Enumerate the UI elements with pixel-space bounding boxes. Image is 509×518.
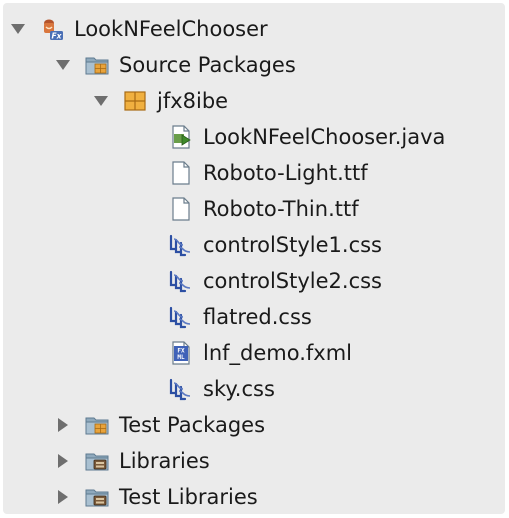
tree-node-file[interactable]: FX ML lnf_demo.fxml: [169, 335, 352, 371]
collapse-arrow-icon[interactable]: [55, 57, 71, 73]
tree-node-file[interactable]: sky.css: [169, 371, 275, 407]
tree-node-label: Test Libraries: [119, 485, 258, 509]
tree-node-libraries[interactable]: Libraries: [55, 443, 210, 479]
blank-file-icon: [169, 197, 193, 221]
collapse-arrow-icon[interactable]: [93, 93, 109, 109]
tree-node-test-packages[interactable]: Test Packages: [55, 407, 265, 443]
blank-file-icon: [169, 161, 193, 185]
svg-text:ML: ML: [177, 354, 185, 361]
tree-node-file[interactable]: LookNFeelChooser.java: [169, 119, 445, 155]
expand-arrow-icon[interactable]: [55, 453, 71, 469]
expand-arrow-icon[interactable]: [55, 417, 71, 433]
source-folder-icon: [85, 53, 109, 77]
java-file-icon: [169, 125, 193, 149]
tree-node-package[interactable]: jfx8ibe: [93, 83, 228, 119]
tree-node-file[interactable]: Roboto-Thin.ttf: [169, 191, 359, 227]
tree-node-label: lnf_demo.fxml: [203, 341, 353, 365]
javafx-project-icon: Fx: [40, 17, 64, 41]
tree-node-label: Libraries: [119, 449, 210, 473]
tree-node-file[interactable]: flatred.css: [169, 299, 312, 335]
css-file-icon: [169, 377, 193, 401]
tree-node-file[interactable]: controlStyle2.css: [169, 263, 382, 299]
tree-node-label: controlStyle2.css: [203, 269, 383, 293]
package-icon: [123, 89, 147, 113]
tree-node-label: Test Packages: [119, 413, 266, 437]
tree-node-file[interactable]: controlStyle1.css: [169, 227, 382, 263]
tree-node-test-libraries[interactable]: Test Libraries: [55, 479, 258, 515]
library-folder-icon: [85, 485, 109, 509]
css-file-icon: [169, 269, 193, 293]
library-folder-icon: [85, 449, 109, 473]
fxml-file-icon: FX ML: [169, 341, 193, 365]
tree-node-project[interactable]: Fx LookNFeelChooser: [10, 11, 268, 47]
tree-node-label: jfx8ibe: [157, 89, 229, 113]
tree-node-label: LookNFeelChooser.java: [203, 125, 446, 149]
tree-node-label: Roboto-Light.ttf: [203, 161, 368, 185]
tree-node-label: Roboto-Thin.ttf: [203, 197, 359, 221]
tree-node-label: LookNFeelChooser: [74, 17, 268, 41]
tree-node-label: sky.css: [203, 377, 275, 401]
tree-node-source-packages[interactable]: Source Packages: [55, 47, 296, 83]
collapse-arrow-icon[interactable]: [10, 21, 26, 37]
project-tree-panel: Fx LookNFeelChooser Source Packages jfx8…: [3, 3, 505, 514]
test-folder-icon: [85, 413, 109, 437]
tree-node-label: flatred.css: [203, 305, 312, 329]
tree-node-file[interactable]: Roboto-Light.ttf: [169, 155, 368, 191]
css-file-icon: [169, 233, 193, 257]
tree-node-label: Source Packages: [119, 53, 296, 77]
svg-text:Fx: Fx: [52, 32, 63, 41]
tree-node-label: controlStyle1.css: [203, 233, 383, 257]
css-file-icon: [169, 305, 193, 329]
expand-arrow-icon[interactable]: [55, 489, 71, 505]
